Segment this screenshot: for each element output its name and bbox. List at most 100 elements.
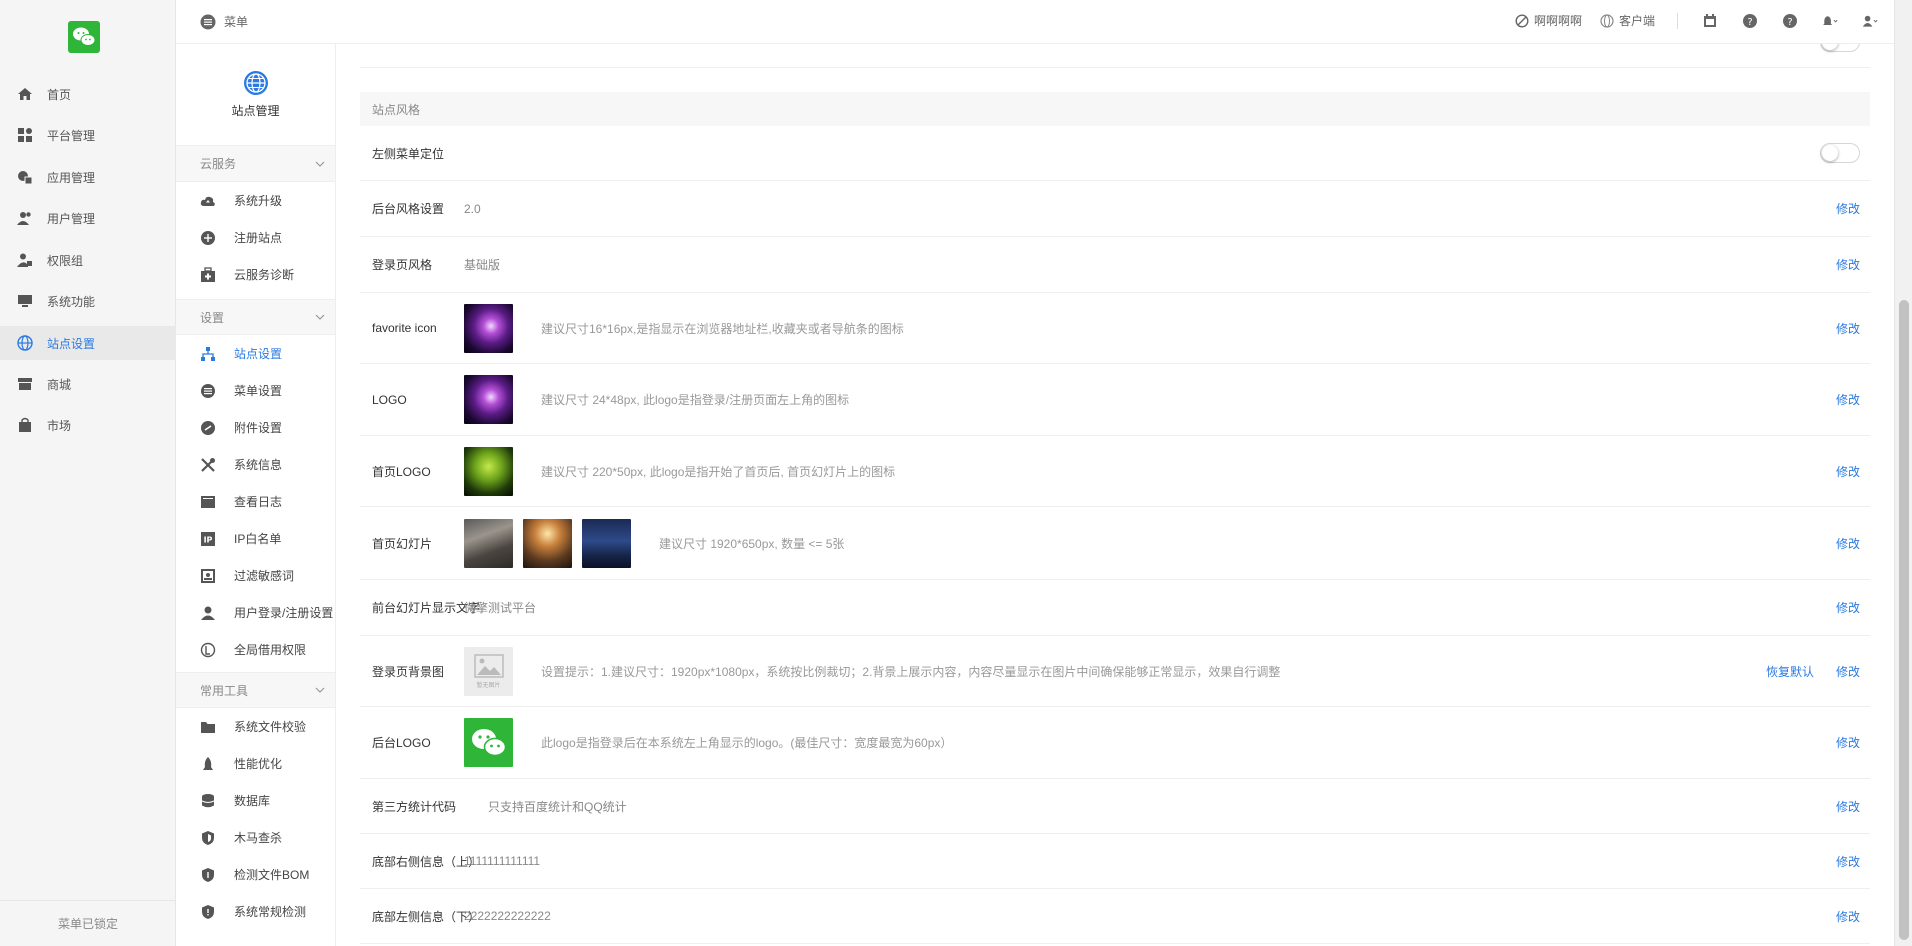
globe-icon bbox=[1600, 13, 1614, 28]
sidebar-item-label: 系统信息 bbox=[234, 458, 283, 472]
edit-button[interactable]: 修改 bbox=[1836, 663, 1860, 680]
link-icon bbox=[201, 420, 215, 435]
nav-item-label: 商城 bbox=[47, 377, 72, 392]
section-header: 站点风格 bbox=[360, 92, 1870, 126]
calendar-icon[interactable] bbox=[1702, 13, 1718, 29]
group-tools[interactable]: 常用工具 bbox=[176, 672, 335, 708]
sidebar-item-label: 注册站点 bbox=[234, 231, 283, 245]
sidebar-item-routine-check[interactable]: 系统常规检测 bbox=[176, 893, 335, 930]
sidebar-item-sensitive-words[interactable]: 过滤敏感词 bbox=[176, 557, 335, 594]
help-icon[interactable]: ? bbox=[1742, 13, 1758, 29]
row-label: 登录页背景图 bbox=[372, 664, 445, 679]
sidebar-item-logs[interactable]: 查看日志 bbox=[176, 483, 335, 520]
sidebar-item-label: 木马查杀 bbox=[234, 831, 283, 845]
edit-button[interactable]: 修改 bbox=[1836, 200, 1860, 217]
log-icon bbox=[201, 495, 215, 508]
nav-item-apps[interactable]: 应用管理 bbox=[0, 160, 176, 194]
sidebar-item-global-borrow[interactable]: 全局借用权限 bbox=[176, 631, 335, 668]
row-hint: 设置提示：1.建议尺寸：1920px*1080px，系统按比例裁切；2.背景上展… bbox=[541, 664, 1281, 679]
menu-label: 菜单 bbox=[224, 15, 249, 29]
grid-icon bbox=[18, 128, 32, 142]
group-label: 设置 bbox=[200, 310, 225, 325]
edit-button[interactable]: 修改 bbox=[1836, 734, 1860, 751]
nav-item-store[interactable]: 商城 bbox=[0, 367, 176, 401]
sidebar-item-ip-whitelist[interactable]: IP IP白名单 bbox=[176, 520, 335, 557]
sidebar-item-label: 全局借用权限 bbox=[234, 643, 307, 657]
row-admin-logo: 后台LOGO 此logo是指登录后在本系统左上角显示的logo。(最佳尺寸：宽度… bbox=[360, 707, 1870, 779]
row-label: 左侧菜单定位 bbox=[372, 146, 445, 161]
row-footer-left: 底部左侧信息（下） 2222222222222 修改 bbox=[360, 889, 1870, 944]
row-label: 首页幻灯片 bbox=[372, 536, 433, 551]
edit-button[interactable]: 修改 bbox=[1836, 320, 1860, 337]
sidebar-item-label: 用户登录/注册设置 bbox=[234, 606, 334, 620]
sidebar-item-cloud-diagnose[interactable]: 云服务诊断 bbox=[176, 256, 335, 293]
sidebar-item-upgrade[interactable]: 系统升级 bbox=[176, 182, 335, 219]
restore-default-button[interactable]: 恢复默认 bbox=[1766, 663, 1814, 680]
row-slide-text: 前台幻灯片显示文字 微擎测试平台 修改 bbox=[360, 580, 1870, 636]
edit-button[interactable]: 修改 bbox=[1836, 463, 1860, 480]
toggle-switch[interactable] bbox=[1820, 44, 1860, 52]
sidebar-item-system-info[interactable]: 系统信息 bbox=[176, 446, 335, 483]
sidebar-item-database[interactable]: 数据库 bbox=[176, 782, 335, 819]
edit-button[interactable]: 修改 bbox=[1836, 798, 1860, 815]
tools-icon bbox=[201, 457, 215, 472]
link-client-label: 客户端 bbox=[1618, 14, 1655, 28]
sidebar-item-register-site[interactable]: 注册站点 bbox=[176, 219, 335, 256]
group-settings[interactable]: 设置 bbox=[176, 299, 335, 335]
slide-image bbox=[523, 518, 572, 568]
user-icon[interactable] bbox=[1862, 13, 1878, 29]
nav-item-label: 系统功能 bbox=[47, 294, 96, 309]
nav-item-users[interactable]: 用户管理 bbox=[0, 201, 176, 235]
sidebar-item-label: 系统文件校验 bbox=[234, 720, 307, 734]
nav-item-market[interactable]: 市场 bbox=[0, 408, 176, 442]
link-client[interactable]: 客户端 bbox=[1600, 12, 1655, 29]
nav-item-site-settings[interactable]: 站点设置 bbox=[0, 326, 176, 360]
globe-icon bbox=[17, 335, 33, 351]
nav-item-platform[interactable]: 平台管理 bbox=[0, 118, 176, 152]
sidebar-item-label: 附件设置 bbox=[234, 421, 283, 435]
row-favicon: favorite icon 建议尺寸16*16px,是指显示在浏览器地址栏,收藏… bbox=[360, 293, 1870, 364]
sidebar-item-attachment[interactable]: 附件设置 bbox=[176, 409, 335, 446]
edit-button[interactable]: 修改 bbox=[1836, 853, 1860, 870]
nav-item-system[interactable]: 系统功能 bbox=[0, 284, 176, 318]
row-value: 1111111111111 bbox=[464, 854, 541, 868]
left-menu-toggle[interactable] bbox=[1820, 143, 1860, 163]
row-label: LOGO bbox=[372, 392, 407, 407]
apps-icon bbox=[18, 171, 33, 185]
page-scrollbar[interactable] bbox=[1894, 0, 1912, 946]
sidebar-item-site-settings[interactable]: 站点设置 bbox=[176, 335, 335, 372]
sidebar-item-label: 查看日志 bbox=[234, 495, 283, 509]
sidebar-item-optimize[interactable]: 性能优化 bbox=[176, 745, 335, 782]
svg-text:?: ? bbox=[1747, 17, 1752, 28]
app-window: 首页 平台管理 应用管理 用户管理 权限组 系统功能 站点设置 商城 市场 菜单… bbox=[0, 0, 1912, 946]
row-admin-style: 后台风格设置 2.0 修改 bbox=[360, 181, 1870, 237]
edit-button[interactable]: 修改 bbox=[1836, 256, 1860, 273]
edit-button[interactable]: 修改 bbox=[1836, 908, 1860, 925]
sidebar-item-menu-settings[interactable]: 菜单设置 bbox=[176, 372, 335, 409]
nav-item-home[interactable]: 首页 bbox=[0, 77, 176, 111]
row-label: 第三方统计代码 bbox=[372, 799, 457, 814]
group-cloud[interactable]: 云服务 bbox=[176, 146, 335, 182]
row-label: 后台风格设置 bbox=[372, 202, 445, 216]
sidebar-item-bom-check[interactable]: 检测文件BOM bbox=[176, 856, 335, 893]
question-icon[interactable]: ? bbox=[1782, 13, 1798, 29]
sidebar-item-trojan-scan[interactable]: 木马查杀 bbox=[176, 819, 335, 856]
wechat-logo-icon bbox=[68, 21, 100, 53]
link-aaaa[interactable]: 啊啊啊啊 bbox=[1515, 12, 1582, 29]
edit-button[interactable]: 修改 bbox=[1836, 391, 1860, 408]
nav-item-permission[interactable]: 权限组 bbox=[0, 243, 176, 277]
menu-lock-status[interactable]: 菜单已锁定 bbox=[0, 900, 176, 946]
sidebar-item-label: 性能优化 bbox=[234, 757, 283, 771]
edit-button[interactable]: 修改 bbox=[1836, 599, 1860, 616]
sidebar-item-login-register[interactable]: 用户登录/注册设置 bbox=[176, 594, 335, 631]
row-label: 首页LOGO bbox=[372, 464, 431, 479]
row-footer-right: 底部右侧信息（上） 1111111111111 修改 bbox=[360, 834, 1870, 889]
menu-toggle[interactable]: 菜单 bbox=[200, 13, 248, 30]
bell-icon[interactable] bbox=[1822, 13, 1838, 29]
sidebar-item-label: 数据库 bbox=[234, 794, 271, 808]
sidebar-item-file-check[interactable]: 系统文件校验 bbox=[176, 708, 335, 745]
scrollbar-thumb[interactable] bbox=[1899, 300, 1909, 940]
edit-button[interactable]: 修改 bbox=[1836, 535, 1860, 552]
menu-icon bbox=[200, 14, 216, 29]
cloud-upload-icon bbox=[200, 196, 215, 206]
